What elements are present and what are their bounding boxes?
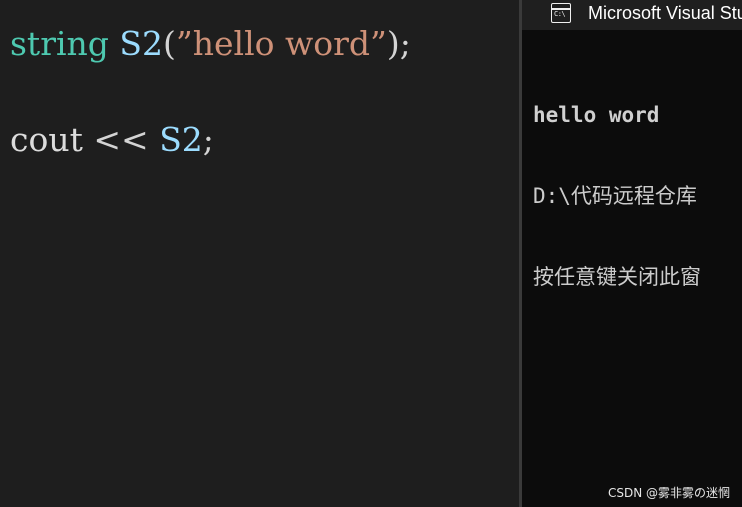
code-line-1: string S2(”hello word”); — [10, 24, 411, 64]
console-line-2: D:\代码远程仓库 — [533, 184, 697, 208]
variable-name: S2 — [159, 120, 203, 159]
string-literal: ”hello word” — [175, 24, 387, 63]
console-app-icon: C:\ — [551, 3, 571, 23]
console-titlebar[interactable]: C:\ Microsoft Visual Studio Debug Consol… — [522, 0, 742, 30]
type-keyword: string — [10, 24, 109, 63]
console-output[interactable]: hello word D:\代码远程仓库 按任意键关闭此窗 — [533, 48, 701, 345]
code-line-2: cout << S2; — [10, 120, 214, 160]
console-line-3: 按任意键关闭此窗 — [533, 265, 701, 289]
screen: string S2(”hello word”); cout << S2; C:\… — [0, 0, 742, 507]
stream-operator: << — [93, 120, 149, 159]
console-line-1: hello word — [533, 103, 660, 127]
semicolon: ; — [202, 120, 214, 159]
variable-name: S2 — [119, 24, 164, 63]
close-paren: ); — [386, 24, 411, 63]
cout-object: cout — [10, 120, 83, 159]
open-paren: ( — [163, 24, 176, 63]
console-title: Microsoft Visual Studio Debug Console — [588, 3, 742, 23]
watermark: CSDN @雾非雾の迷惘 — [607, 486, 730, 500]
code-editor[interactable]: string S2(”hello word”); cout << S2; — [0, 0, 519, 507]
debug-console-window[interactable]: C:\ Microsoft Visual Studio Debug Consol… — [522, 0, 742, 507]
